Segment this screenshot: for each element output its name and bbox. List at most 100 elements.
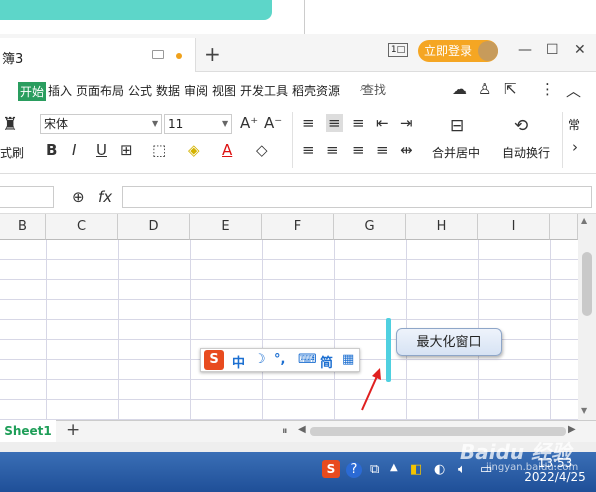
column-header[interactable]: E — [190, 214, 262, 240]
italic-icon[interactable]: I — [72, 141, 76, 159]
column-header[interactable]: F — [262, 214, 334, 240]
cloud-icon[interactable]: ☁ — [452, 80, 467, 98]
vertical-scroll-thumb[interactable] — [582, 252, 592, 316]
user-share-icon[interactable]: ♙ — [478, 80, 491, 98]
merge-center-label[interactable]: 合并居中 — [432, 144, 480, 161]
document-tab[interactable] — [0, 38, 196, 72]
keyboard-icon[interactable]: ⌨ — [298, 352, 317, 367]
decrease-font-icon[interactable]: A⁻ — [264, 114, 282, 132]
chevron-down-icon[interactable]: ▼ — [222, 119, 228, 128]
format-painter-label[interactable]: 式刷 — [0, 144, 24, 161]
windows-flag-icon[interactable]: ◧ — [410, 462, 422, 477]
number-format-label[interactable]: 常 — [568, 116, 580, 133]
top-divider — [304, 0, 305, 34]
distribute-icon[interactable]: ⇹ — [400, 141, 413, 159]
format-painter-icon[interactable]: ♜ — [2, 114, 18, 135]
share-icon[interactable]: ⇱ — [504, 80, 517, 98]
annotation-callout: 最大化窗口 — [396, 328, 502, 356]
justify-icon[interactable]: ≡ — [376, 141, 389, 159]
bold-icon[interactable]: B — [46, 141, 57, 159]
zoom-icon[interactable]: ⊕ — [72, 188, 85, 206]
ime-chinese-mode[interactable]: 中 — [232, 352, 245, 371]
taskbar-clock[interactable]: 13:53 2022/4/25 — [520, 456, 590, 484]
moon-icon[interactable]: ☽ — [254, 352, 266, 367]
fill-color-icon[interactable]: ◈ — [188, 141, 200, 159]
font-color-icon[interactable]: A — [222, 141, 232, 159]
align-bottom-icon[interactable]: ≡ — [352, 114, 365, 132]
sogou-tray-icon[interactable]: S — [322, 460, 340, 478]
ribbon-divider — [562, 112, 563, 168]
minimize-button[interactable]: — — [518, 42, 532, 58]
menu-insert[interactable]: 插入 — [48, 82, 72, 99]
menu-home[interactable]: 开始 — [18, 82, 47, 101]
maximize-button[interactable]: ☐ — [546, 42, 559, 58]
sogou-logo[interactable]: S — [204, 350, 224, 370]
ime-menu-icon[interactable]: ▦ — [342, 352, 354, 367]
sheet-tab[interactable]: Sheet1 — [0, 420, 56, 442]
sheet-scroll-divider-icon[interactable]: ⏸ — [282, 424, 288, 438]
search-label[interactable]: 查找 — [362, 81, 386, 98]
font-size-value: 11 — [168, 117, 184, 131]
add-sheet-button[interactable]: + — [66, 420, 80, 440]
menu-review[interactable]: 审阅 — [184, 82, 208, 99]
punctuation-icon[interactable]: °, — [274, 352, 285, 367]
align-middle-icon[interactable]: ≡ — [326, 114, 343, 132]
font-name-value: 宋体 — [44, 117, 69, 131]
tray-expand-icon[interactable]: ▲ — [390, 462, 398, 473]
avatar[interactable] — [478, 41, 498, 61]
fx-icon[interactable]: fx — [98, 188, 112, 206]
cell-style-icon[interactable]: ⬚ — [152, 141, 166, 159]
underline-icon[interactable]: U — [96, 141, 107, 159]
eraser-icon[interactable]: ◇ — [256, 141, 268, 159]
outdent-icon[interactable]: ⇤ — [376, 114, 389, 132]
column-header[interactable]: G — [334, 214, 406, 240]
network-icon[interactable]: ⧉ — [370, 462, 379, 477]
border-icon[interactable]: ⊞ — [120, 141, 133, 159]
chevron-right-icon[interactable]: › — [572, 138, 578, 156]
highlight-bar — [386, 318, 391, 382]
align-top-icon[interactable]: ≡ — [302, 114, 315, 132]
clock-date: 2022/4/25 — [524, 470, 586, 484]
monitor-icon[interactable] — [152, 50, 164, 59]
scroll-left-icon[interactable]: ◀ — [298, 424, 306, 435]
close-button[interactable]: ✕ — [574, 42, 586, 58]
column-header[interactable]: B — [0, 214, 46, 240]
formula-input[interactable] — [122, 186, 592, 208]
document-tab-title: 簿3 — [2, 52, 24, 67]
menu-docer-resources[interactable]: 稻壳资源 — [292, 82, 340, 99]
book-icon[interactable]: 1□ — [388, 43, 408, 57]
column-header[interactable]: H — [406, 214, 478, 240]
column-header[interactable] — [550, 214, 578, 240]
font-name-select[interactable]: 宋体 — [40, 114, 162, 134]
wrap-text-icon[interactable]: ⟲ — [514, 116, 528, 136]
menu-data[interactable]: 数据 — [156, 82, 180, 99]
scroll-right-icon[interactable]: ▶ — [568, 424, 576, 435]
menu-view[interactable]: 视图 — [212, 82, 236, 99]
align-right-icon[interactable]: ≡ — [352, 141, 365, 159]
name-box[interactable] — [0, 186, 54, 208]
indent-icon[interactable]: ⇥ — [400, 114, 413, 132]
bluetooth-icon[interactable]: ◐ — [434, 462, 445, 477]
menu-developer[interactable]: 开发工具 — [240, 82, 288, 99]
collapse-ribbon-icon[interactable]: ︿ — [566, 80, 581, 101]
column-header[interactable]: C — [46, 214, 118, 240]
column-header[interactable]: D — [118, 214, 190, 240]
ime-simplified[interactable]: 简 — [320, 352, 333, 371]
help-icon[interactable]: ? — [346, 462, 362, 478]
new-tab-button[interactable]: + — [204, 42, 221, 66]
align-center-icon[interactable]: ≡ — [326, 141, 339, 159]
chevron-down-icon[interactable]: ▼ — [152, 119, 158, 128]
clock-time: 13:53 — [537, 456, 573, 470]
menu-formulas[interactable]: 公式 — [128, 82, 152, 99]
merge-center-icon[interactable]: ⊟ — [450, 116, 464, 136]
vertical-scrollbar[interactable] — [578, 214, 596, 420]
column-header[interactable]: I — [478, 214, 550, 240]
more-icon[interactable]: ⋮ — [540, 80, 555, 98]
horizontal-scroll-thumb[interactable] — [310, 427, 566, 436]
increase-font-icon[interactable]: A⁺ — [240, 114, 258, 132]
wrap-text-label[interactable]: 自动换行 — [502, 144, 550, 161]
scroll-up-icon[interactable]: ▲ — [581, 216, 587, 225]
align-left-icon[interactable]: ≡ — [302, 141, 315, 159]
scroll-down-icon[interactable]: ▼ — [581, 406, 587, 415]
menu-page-layout[interactable]: 页面布局 — [76, 82, 124, 99]
